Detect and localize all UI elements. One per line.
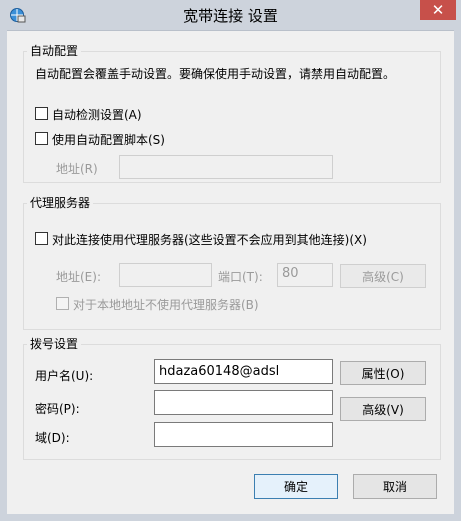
close-icon: ✕ [431,1,445,19]
password-input[interactable] [154,390,333,415]
domain-label: 域(D): [35,431,70,445]
use-proxy-label[interactable]: 对此连接使用代理服务器(这些设置不会应用到其他连接)(X) [52,231,367,248]
cancel-button[interactable]: 取消 [353,474,437,499]
bypass-local-label[interactable]: 对于本地地址不使用代理服务器(B) [73,296,259,313]
window-title: 宽带连接 设置 [183,7,278,25]
auto-config-description: 自动配置会覆盖手动设置。要确保使用手动设置，请禁用自动配置。 [35,67,396,81]
auto-script-label[interactable]: 使用自动配置脚本(S) [52,131,165,148]
dialup-advanced-button[interactable]: 高级(V) [340,397,426,421]
properties-button[interactable]: 属性(O) [340,361,426,385]
username-label: 用户名(U): [35,369,94,383]
password-label: 密码(P): [35,402,80,416]
auto-detect-label[interactable]: 自动检测设置(A) [52,106,142,123]
dialup-legend: 拨号设置 [27,335,82,352]
auto-detect-checkbox[interactable] [35,107,48,120]
window-frame-left [0,30,7,521]
proxy-legend: 代理服务器 [27,194,94,211]
auto-script-checkbox[interactable] [35,132,48,145]
proxy-address-label: 地址(E): [56,270,101,284]
window-frame-right [454,30,461,521]
domain-input[interactable] [154,422,333,447]
proxy-port-input[interactable]: 80 [277,263,333,287]
ok-button[interactable]: 确定 [254,474,338,499]
auto-script-address-input[interactable] [119,155,333,179]
bypass-local-checkbox[interactable] [56,297,69,310]
username-input[interactable]: hdaza60148@adsl [154,359,333,384]
proxy-advanced-button[interactable]: 高级(C) [340,264,426,288]
dialog-body: 自动配置 自动配置会覆盖手动设置。要确保使用手动设置，请禁用自动配置。 自动检测… [7,31,454,514]
use-proxy-checkbox[interactable] [35,232,48,245]
proxy-address-input[interactable] [119,263,212,287]
auto-config-legend: 自动配置 [27,42,82,59]
window-frame-bottom [0,514,461,521]
auto-script-address-label: 地址(R) [56,162,98,176]
title-bar: 宽带连接 设置 ✕ [0,0,461,31]
proxy-port-label: 端口(T): [218,270,263,284]
close-button[interactable]: ✕ [420,0,456,20]
